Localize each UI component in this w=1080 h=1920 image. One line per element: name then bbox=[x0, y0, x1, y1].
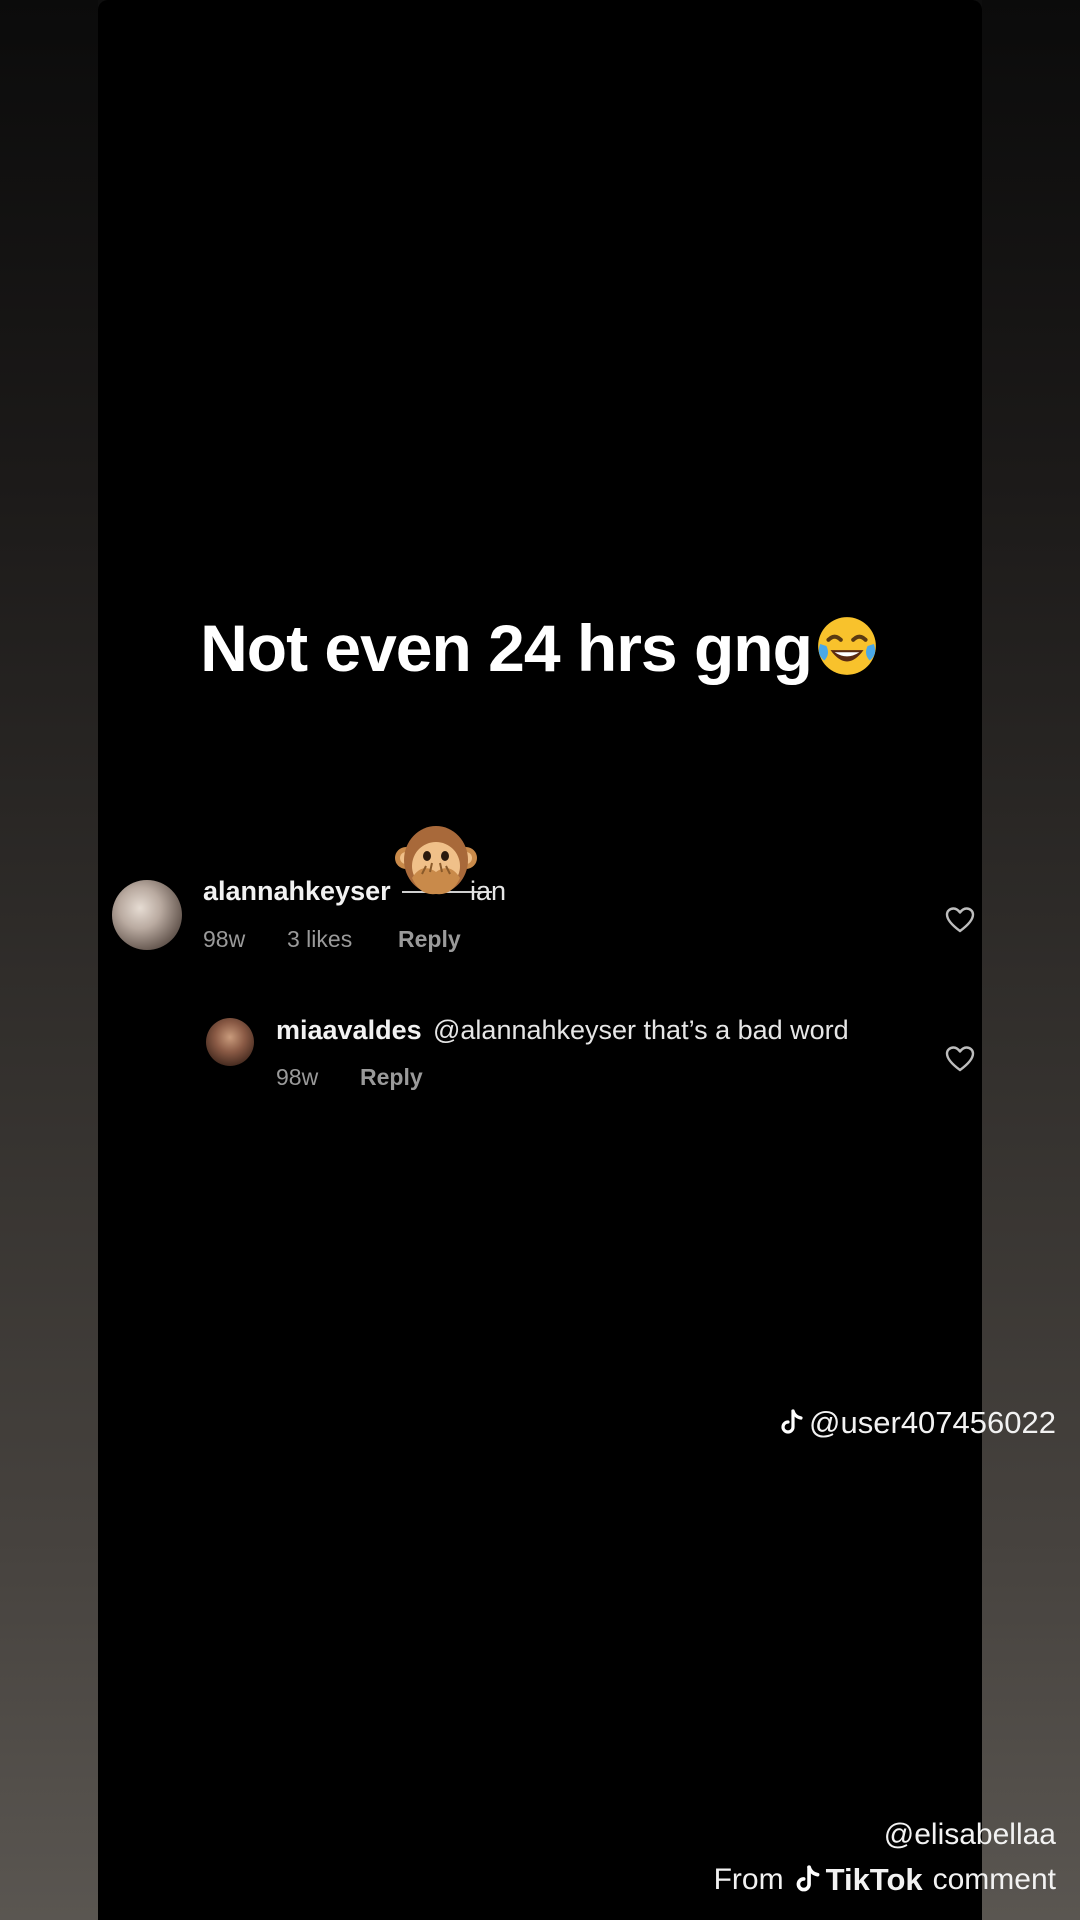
from-label: From bbox=[713, 1863, 784, 1896]
tears-of-joy-emoji-icon bbox=[818, 617, 876, 675]
tiktok-logo-icon bbox=[781, 1409, 803, 1434]
source-credit: @elisabellaa bbox=[883, 1818, 1056, 1851]
screenshot-panel bbox=[98, 0, 982, 1920]
video-stage: Not even 24 hrs gng alannahkeyser ​ ian … bbox=[0, 0, 1080, 1920]
comment-likes[interactable]: 3 likes bbox=[287, 926, 352, 953]
reply-button[interactable]: Reply bbox=[360, 1064, 423, 1091]
heart-icon[interactable] bbox=[945, 1045, 975, 1073]
comment-username[interactable]: alannahkeyser bbox=[203, 876, 391, 907]
tiktok-logo-icon bbox=[796, 1865, 819, 1892]
comment-text: @alannahkeyser that’s a bad word bbox=[433, 1015, 849, 1045]
video-caption: Not even 24 hrs gng bbox=[0, 610, 1080, 686]
comment-age: 98w bbox=[276, 1064, 319, 1090]
speak-no-evil-monkey-icon bbox=[395, 826, 477, 895]
avatar[interactable] bbox=[112, 880, 182, 950]
comment-username[interactable]: miaavaldes bbox=[276, 1015, 422, 1046]
tiktok-watermark: @user407456022 bbox=[779, 1405, 1056, 1441]
caption-text: Not even 24 hrs gng bbox=[200, 611, 813, 685]
blurred-background-left bbox=[0, 0, 98, 1920]
comment-age: 98w bbox=[203, 926, 246, 952]
tiktok-brand: TikTok bbox=[794, 1862, 923, 1898]
avatar[interactable] bbox=[206, 1018, 254, 1066]
source-attribution: From TikTok comment bbox=[714, 1862, 1056, 1898]
reply-button[interactable]: Reply bbox=[398, 926, 461, 953]
comment-label: comment bbox=[932, 1863, 1056, 1896]
heart-icon[interactable] bbox=[945, 906, 975, 934]
brand-name: TikTok bbox=[825, 1862, 923, 1897]
watermark-handle: @user407456022 bbox=[809, 1405, 1056, 1440]
blurred-background-right bbox=[982, 0, 1080, 1920]
